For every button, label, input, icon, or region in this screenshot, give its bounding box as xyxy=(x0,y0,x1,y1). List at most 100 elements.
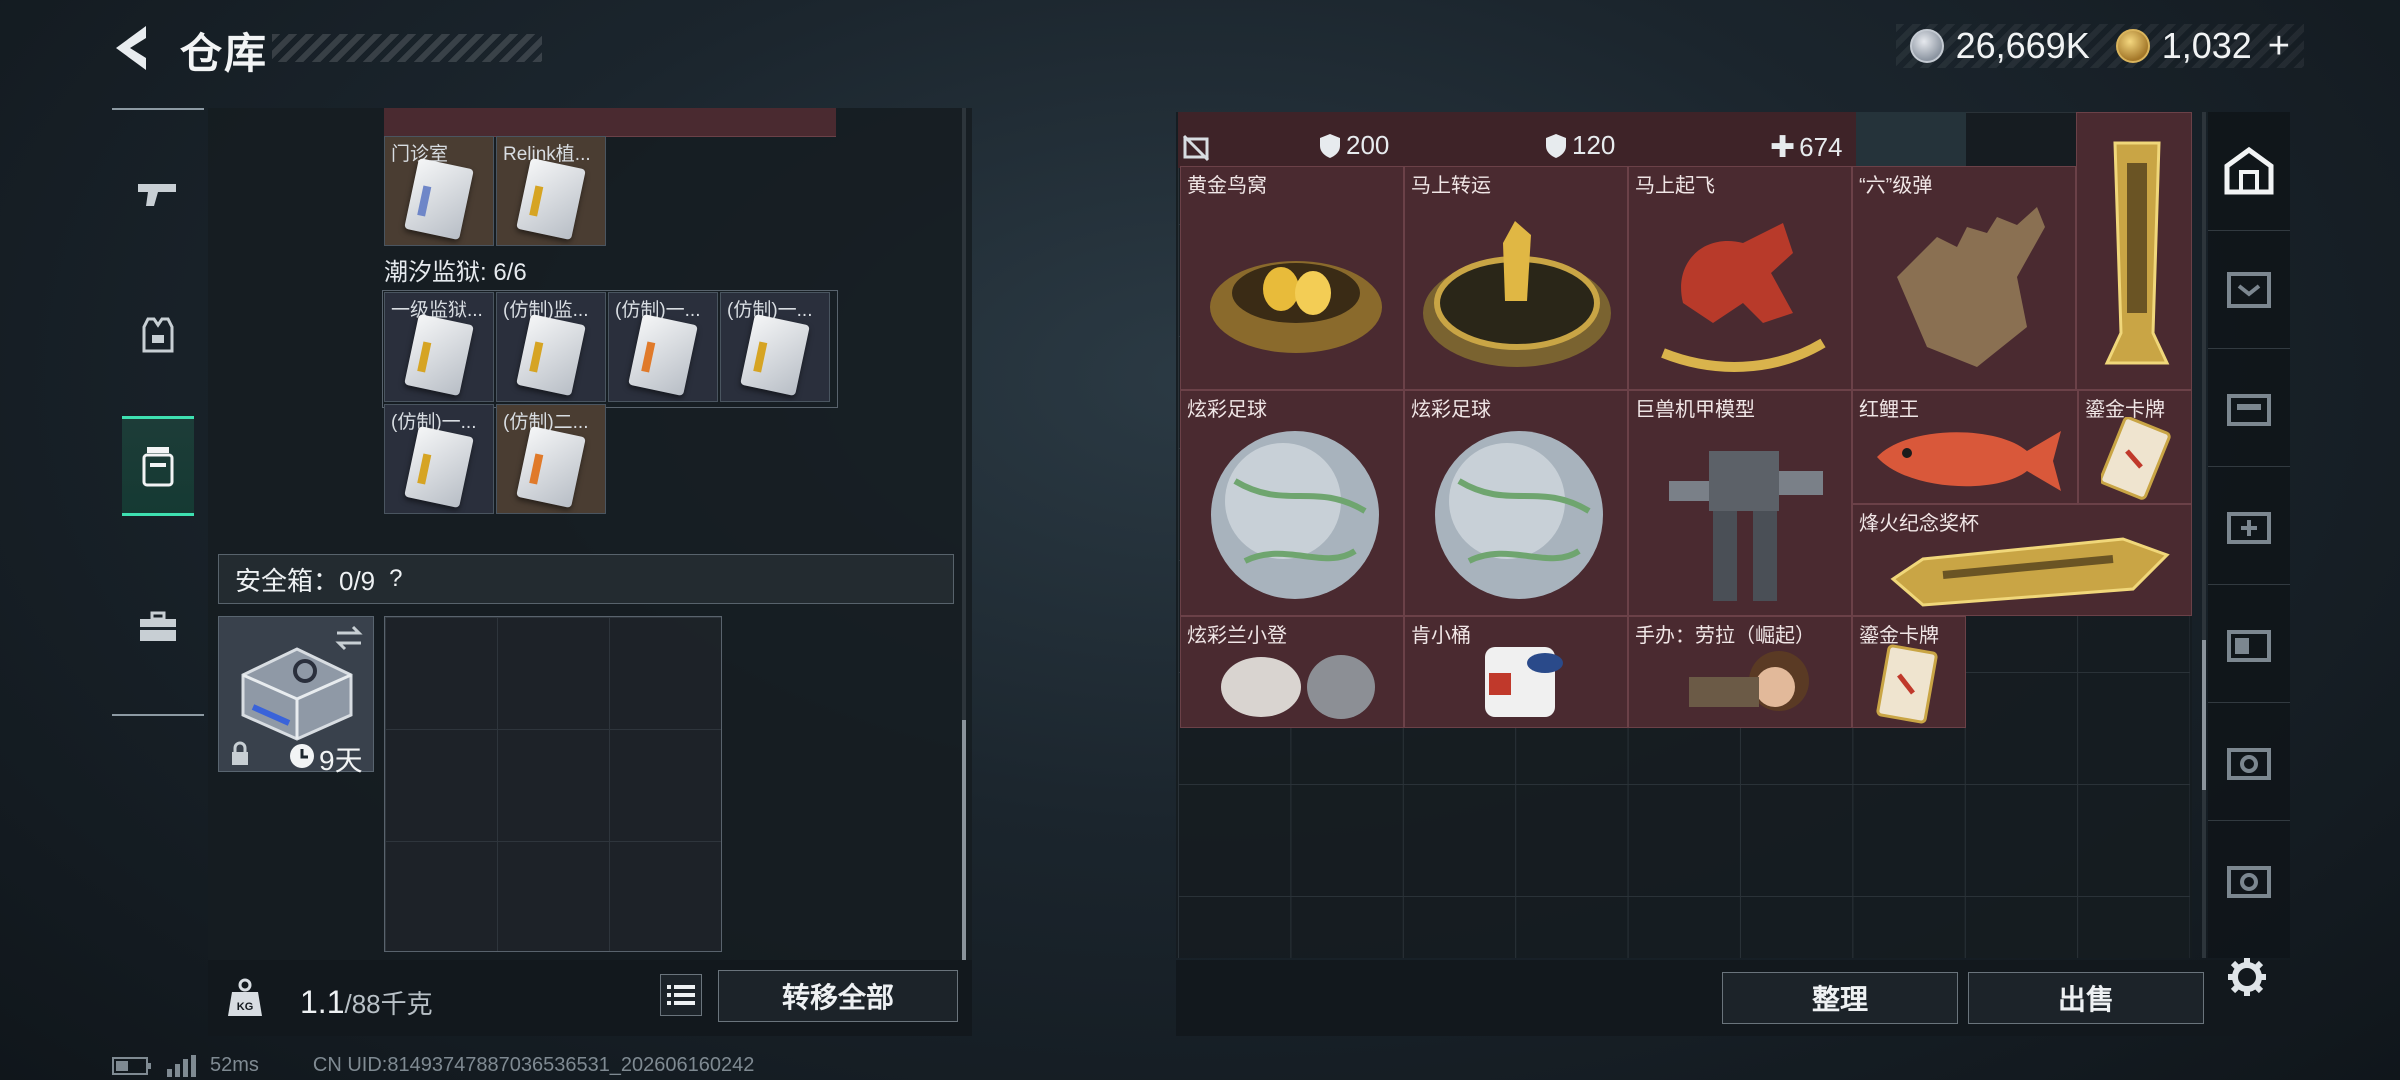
red-horse-icon xyxy=(1661,223,1826,372)
armor-stat: 200 xyxy=(1318,130,1389,161)
item-gold-card[interactable]: 鎏金卡牌 xyxy=(2078,390,2192,504)
gold-balance: 1,032 xyxy=(2161,25,2252,66)
tab-storage-iii[interactable] xyxy=(2208,348,2290,467)
safebox-grid[interactable] xyxy=(384,616,722,952)
tab-storage-iv-2[interactable] xyxy=(2208,820,2290,938)
keycard-icon xyxy=(628,313,698,397)
item-six-grade-ammo[interactable]: “六”级弹 xyxy=(1852,166,2076,390)
currency-bar: 26,669K 1,032 + xyxy=(1895,24,2304,68)
page-title: 仓库 xyxy=(180,30,269,77)
mech-icon xyxy=(1669,451,1823,601)
item-mech-model[interactable]: 巨兽机甲模型 xyxy=(1628,390,1852,616)
battery-icon xyxy=(112,1056,151,1075)
item-color-football[interactable]: 炫彩足球 xyxy=(1180,390,1404,616)
keycard-icon xyxy=(516,313,586,397)
transfer-all-button[interactable]: 转移全部 xyxy=(718,970,958,1022)
bucket-figure-icon xyxy=(1485,647,1563,717)
prison-section-label: 潮汐监狱: 6/6 xyxy=(384,259,527,286)
right-scrollbar[interactable] xyxy=(2202,640,2206,790)
keycard-icon xyxy=(404,425,474,509)
prison-item[interactable]: (仿制)监... xyxy=(496,292,606,402)
safebox-days: 9天 xyxy=(319,745,363,776)
item-gold-pillar[interactable] xyxy=(2076,112,2192,390)
svg-text:KG: KG xyxy=(237,1001,254,1013)
storage-tier-4-icon xyxy=(2227,630,2271,662)
left-category-sidebar xyxy=(112,108,204,716)
signal-icon xyxy=(167,1054,196,1077)
item-relink-keycard[interactable]: Relink植... xyxy=(496,136,606,246)
trophy-icon xyxy=(1890,537,2170,607)
settings-gear-icon[interactable] xyxy=(2226,956,2268,998)
keycard-icon xyxy=(516,425,586,509)
tab-storage-home[interactable] xyxy=(2208,112,2290,231)
gold-card-icon xyxy=(2101,417,2171,500)
add-currency-button[interactable]: + xyxy=(2268,25,2290,68)
football-icon xyxy=(1435,431,1603,599)
lock-icon xyxy=(232,741,248,765)
storage-tier-4b-icon xyxy=(2227,866,2271,898)
storage-tier-2-icon xyxy=(2227,512,2271,544)
prison-item[interactable]: (仿制)一... xyxy=(608,292,718,402)
item-beacon-trophy[interactable]: 烽火纪念奖杯 xyxy=(1852,504,2192,616)
safebox-header: 安全箱：0/9 ? xyxy=(218,554,954,604)
prison-item[interactable]: (仿制)一... xyxy=(384,404,494,514)
item-golden-nest[interactable]: 黄金鸟窝 xyxy=(1180,166,1404,390)
tab-storage-ii[interactable] xyxy=(2208,466,2290,585)
prison-item[interactable]: 一级监狱... xyxy=(384,292,494,402)
armor-stat: 120 xyxy=(1544,130,1615,161)
football-icon xyxy=(1211,431,1379,599)
item-ken-xiaotong[interactable]: 肯小桶 xyxy=(1404,616,1628,728)
storage-tier-5-icon xyxy=(2227,748,2271,780)
weight-icon: KG xyxy=(228,978,262,1016)
left-scrollbar[interactable] xyxy=(962,720,966,960)
keycard-icon xyxy=(516,157,586,241)
help-icon[interactable]: ? xyxy=(389,565,402,593)
status-bar: 52ms CN UID:8149374788703653653​1_202606… xyxy=(112,1054,754,1077)
item-color-football[interactable]: 炫彩足球 xyxy=(1404,390,1628,616)
partial-row xyxy=(384,108,836,137)
tab-equipment[interactable] xyxy=(122,288,194,382)
item-gold-card[interactable]: 鎏金卡牌 xyxy=(1852,616,1966,728)
partial-top-cell xyxy=(1856,112,1966,168)
list-icon xyxy=(667,985,695,1005)
keycard-icon xyxy=(404,313,474,397)
tab-toolbox[interactable] xyxy=(122,580,194,674)
lara-figure-icon xyxy=(1689,651,1809,711)
silver-coin-icon xyxy=(1909,29,1944,63)
carp-icon xyxy=(1877,431,2061,491)
tab-weapons[interactable] xyxy=(122,146,194,240)
safebox-item[interactable]: 9天 xyxy=(218,616,374,776)
heal-stat: ✚ 674 xyxy=(1770,131,1843,164)
weight-max: /88千克 xyxy=(344,989,433,1019)
tab-storage[interactable] xyxy=(122,416,194,516)
sell-button[interactable]: 出售 xyxy=(1968,972,2204,1024)
swap-icon[interactable] xyxy=(333,625,365,651)
safebox-capacity-label: 安全箱：0/9 xyxy=(235,565,376,596)
pistol-icon xyxy=(138,184,176,206)
item-lara-figure[interactable]: 手办：劳拉（崛起） xyxy=(1628,616,1852,728)
item-lucky-turn[interactable]: 马上转运 xyxy=(1404,166,1628,390)
item-take-off-horse[interactable]: 马上起飞 xyxy=(1628,166,1852,390)
storage-tier-3-icon xyxy=(2227,394,2271,426)
shield-icon xyxy=(1320,133,1340,158)
tab-storage-v[interactable] xyxy=(2208,702,2290,821)
item-clinic-keycard[interactable]: 门诊室 xyxy=(384,136,494,246)
partial-top-row xyxy=(1178,112,1856,168)
prison-item[interactable]: (仿制)一... xyxy=(720,292,830,402)
keycard-icon xyxy=(404,157,474,241)
item-red-carp-king[interactable]: 红鲤王 xyxy=(1852,390,2078,504)
tab-storage-i[interactable] xyxy=(2208,230,2290,349)
item-color-lan-xiaodeng[interactable]: 炫彩兰小登 xyxy=(1180,616,1404,728)
uid-text: CN UID:8149374788703653653​1_20260616024… xyxy=(312,1054,755,1076)
tab-storage-iv[interactable] xyxy=(2208,584,2290,703)
back-arrow-icon[interactable] xyxy=(108,22,152,74)
shield-icon xyxy=(1546,133,1566,158)
prison-item[interactable]: (仿制)二... xyxy=(496,404,606,514)
list-view-button[interactable] xyxy=(660,974,702,1016)
silver-balance: 26,669K xyxy=(1955,25,2090,66)
vest-icon xyxy=(142,317,174,353)
sort-button[interactable]: 整理 xyxy=(1722,972,1958,1024)
golden-nest-icon xyxy=(1210,261,1382,353)
no-insure-icon xyxy=(1182,134,1210,162)
title-decoration xyxy=(272,34,542,62)
